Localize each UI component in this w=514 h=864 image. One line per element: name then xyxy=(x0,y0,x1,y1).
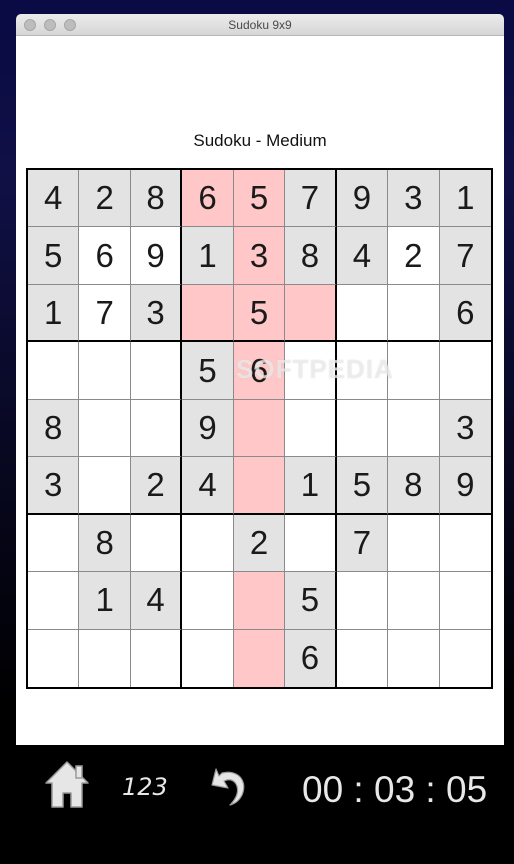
sudoku-cell-r5-c5[interactable] xyxy=(233,399,286,458)
game-timer: 00 : 03 : 05 xyxy=(302,769,488,810)
sudoku-cell-r9-c9[interactable] xyxy=(439,629,491,687)
sudoku-cell-r6-c1[interactable]: 3 xyxy=(28,457,80,515)
number-pad-button[interactable]: 123 xyxy=(122,773,168,801)
home-icon xyxy=(45,761,89,808)
sudoku-cell-r3-c7[interactable] xyxy=(336,284,389,343)
sudoku-cell-r2-c4[interactable]: 1 xyxy=(182,227,234,285)
sudoku-cell-r5-c1[interactable]: 8 xyxy=(28,399,80,458)
puzzle-title: Sudoku - Medium xyxy=(193,131,327,150)
sudoku-cell-r6-c4[interactable]: 4 xyxy=(182,457,234,515)
sudoku-cell-r8-c3[interactable]: 4 xyxy=(130,572,183,630)
sudoku-cell-r9-c7[interactable] xyxy=(336,629,389,687)
sudoku-cell-r1-c4[interactable]: 6 xyxy=(182,170,234,228)
sudoku-cell-r6-c6[interactable]: 1 xyxy=(285,457,337,515)
sudoku-cell-r8-c2[interactable]: 1 xyxy=(79,572,131,630)
sudoku-cell-r9-c2[interactable] xyxy=(79,629,131,687)
home-button[interactable] xyxy=(44,759,90,811)
sudoku-cell-r7-c8[interactable] xyxy=(388,514,440,573)
sudoku-cell-r2-c1[interactable]: 5 xyxy=(28,227,80,285)
sudoku-cell-r4-c6[interactable] xyxy=(285,342,337,400)
window-titlebar: Sudoku 9x9 xyxy=(16,14,504,36)
sudoku-cell-r1-c3[interactable]: 8 xyxy=(130,170,183,228)
sudoku-cell-r8-c1[interactable] xyxy=(28,572,80,630)
sudoku-cell-r5-c4[interactable]: 9 xyxy=(182,399,234,458)
sudoku-cell-r4-c3[interactable] xyxy=(130,342,183,400)
sudoku-cell-r3-c8[interactable] xyxy=(388,284,440,343)
sudoku-cell-r7-c4[interactable] xyxy=(182,514,234,573)
sudoku-cell-r9-c4[interactable] xyxy=(182,629,234,687)
sudoku-cell-r4-c8[interactable] xyxy=(388,342,440,400)
sudoku-cell-r1-c6[interactable]: 7 xyxy=(285,170,337,228)
sudoku-cell-r1-c5[interactable]: 5 xyxy=(233,170,286,228)
sudoku-cell-r2-c6[interactable]: 8 xyxy=(285,227,337,285)
sudoku-cell-r1-c9[interactable]: 1 xyxy=(439,170,491,228)
sudoku-cell-r1-c1[interactable]: 4 xyxy=(28,170,80,228)
sudoku-cell-r6-c8[interactable]: 8 xyxy=(388,457,440,515)
sudoku-cell-r5-c2[interactable] xyxy=(79,399,131,458)
sudoku-cell-r5-c6[interactable] xyxy=(285,399,337,458)
sudoku-cell-r3-c4[interactable] xyxy=(182,284,234,343)
bottom-toolbar: 123 00 : 03 : 05 xyxy=(16,745,504,845)
sudoku-cell-r6-c2[interactable] xyxy=(79,457,131,515)
sudoku-cell-r8-c5[interactable] xyxy=(233,572,286,630)
sudoku-cell-r7-c2[interactable]: 8 xyxy=(79,514,131,573)
sudoku-cell-r7-c3[interactable] xyxy=(130,514,183,573)
sudoku-cell-r7-c6[interactable] xyxy=(285,514,337,573)
undo-button[interactable] xyxy=(208,761,252,807)
sudoku-cell-r4-c2[interactable] xyxy=(79,342,131,400)
sudoku-cell-r4-c7[interactable] xyxy=(336,342,389,400)
sudoku-cell-r6-c7[interactable]: 5 xyxy=(336,457,389,515)
sudoku-cell-r2-c9[interactable]: 7 xyxy=(439,227,491,285)
sudoku-cell-r4-c5[interactable]: 6 xyxy=(233,342,286,400)
sudoku-cell-r2-c8[interactable]: 2 xyxy=(388,227,440,285)
sudoku-cell-r5-c9[interactable]: 3 xyxy=(439,399,491,458)
sudoku-cell-r5-c7[interactable] xyxy=(336,399,389,458)
sudoku-cell-r8-c8[interactable] xyxy=(388,572,440,630)
sudoku-cell-r9-c1[interactable] xyxy=(28,629,80,687)
sudoku-cell-r9-c8[interactable] xyxy=(388,629,440,687)
sudoku-cell-r9-c6[interactable]: 6 xyxy=(285,629,337,687)
sudoku-cell-r9-c5[interactable] xyxy=(233,629,286,687)
sudoku-cell-r3-c2[interactable]: 7 xyxy=(79,284,131,343)
sudoku-cell-r3-c6[interactable] xyxy=(285,284,337,343)
sudoku-cell-r8-c7[interactable] xyxy=(336,572,389,630)
sudoku-cell-r8-c9[interactable] xyxy=(439,572,491,630)
sudoku-cell-r7-c7[interactable]: 7 xyxy=(336,514,389,573)
sudoku-cell-r8-c6[interactable]: 5 xyxy=(285,572,337,630)
sudoku-cell-r4-c9[interactable] xyxy=(439,342,491,400)
sudoku-cell-r1-c7[interactable]: 9 xyxy=(336,170,389,228)
sudoku-cell-r1-c8[interactable]: 3 xyxy=(388,170,440,228)
sudoku-cell-r2-c3[interactable]: 9 xyxy=(130,227,183,285)
sudoku-cell-r9-c3[interactable] xyxy=(130,629,183,687)
sudoku-cell-r5-c3[interactable] xyxy=(130,399,183,458)
sudoku-cell-r6-c5[interactable] xyxy=(233,457,286,515)
sudoku-cell-r2-c7[interactable]: 4 xyxy=(336,227,389,285)
sudoku-board: 4286579315691384271735656893324158982714… xyxy=(26,168,493,689)
sudoku-cell-r3-c5[interactable]: 5 xyxy=(233,284,286,343)
sudoku-cell-r7-c1[interactable] xyxy=(28,514,80,573)
sudoku-cell-r3-c1[interactable]: 1 xyxy=(28,284,80,343)
sudoku-cell-r3-c9[interactable]: 6 xyxy=(439,284,491,343)
window-title: Sudoku 9x9 xyxy=(228,18,292,32)
sudoku-cell-r4-c4[interactable]: 5 xyxy=(182,342,234,400)
sudoku-cell-r1-c2[interactable]: 2 xyxy=(79,170,131,228)
sudoku-cell-r3-c3[interactable]: 3 xyxy=(130,284,183,343)
sudoku-cell-r6-c3[interactable]: 2 xyxy=(130,457,183,515)
sudoku-cell-r6-c9[interactable]: 9 xyxy=(439,457,491,515)
sudoku-cell-r8-c4[interactable] xyxy=(182,572,234,630)
sudoku-cell-r4-c1[interactable] xyxy=(28,342,80,400)
sudoku-cell-r5-c8[interactable] xyxy=(388,399,440,458)
undo-icon xyxy=(211,768,245,806)
sudoku-cell-r2-c2[interactable]: 6 xyxy=(79,227,131,285)
sudoku-cell-r7-c9[interactable] xyxy=(439,514,491,573)
sudoku-cell-r7-c5[interactable]: 2 xyxy=(233,514,286,573)
sudoku-cell-r2-c5[interactable]: 3 xyxy=(233,227,286,285)
